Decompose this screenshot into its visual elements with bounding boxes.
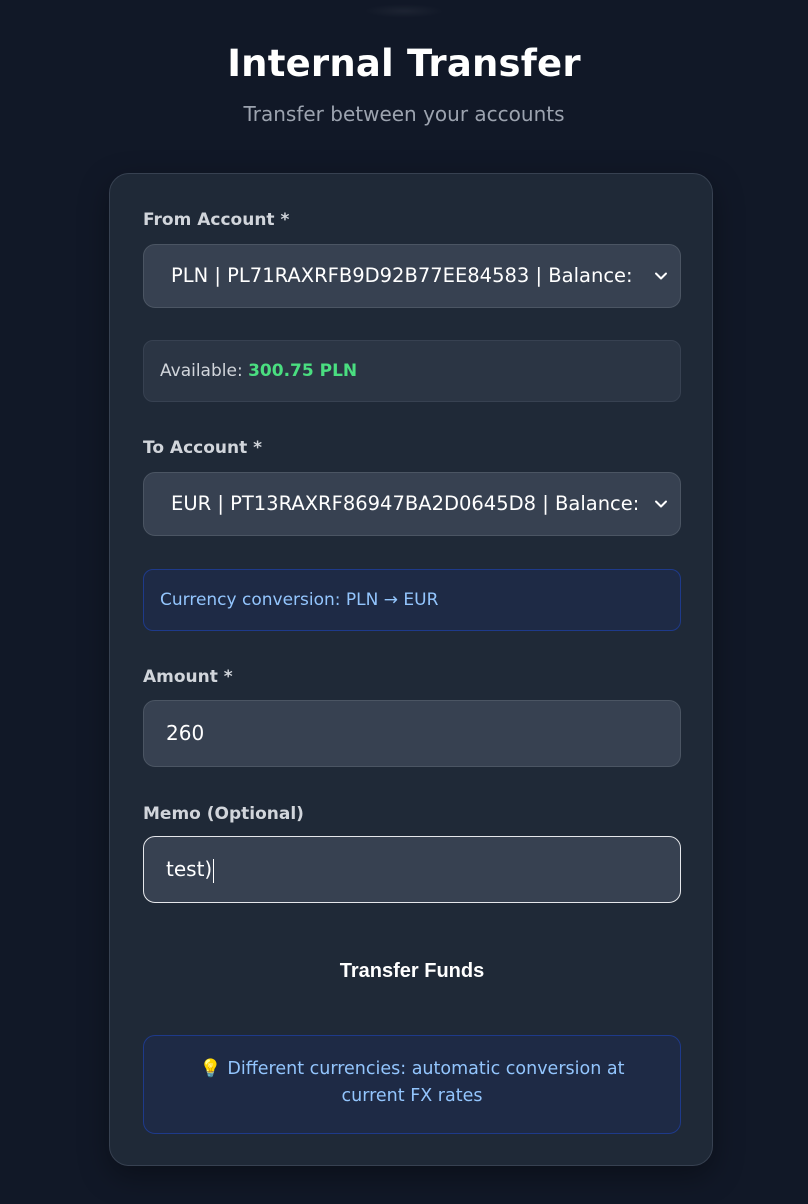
to-account-label: To Account * (143, 438, 263, 458)
to-account-select[interactable]: EUR | PT13RAXRF86947BA2D0645D8 | Balance… (143, 472, 681, 536)
amount-input[interactable]: 260 (143, 700, 681, 767)
text-caret (213, 858, 215, 883)
chevron-down-icon (655, 272, 667, 280)
to-account-value: EUR | PT13RAXRF86947BA2D0645D8 | Balance… (171, 492, 637, 515)
memo-value: test) (166, 857, 213, 881)
page-title: Internal Transfer (227, 42, 581, 85)
fx-tip-text: Different currencies: automatic conversi… (227, 1059, 625, 1106)
transfer-form-card: From Account * PLN | PL71RAXRFB9D92B77EE… (109, 173, 713, 1166)
available-label: Available: (160, 361, 243, 381)
available-amount: 300.75 PLN (248, 361, 358, 381)
chevron-down-icon (655, 500, 667, 508)
memo-input[interactable]: test) (143, 836, 681, 903)
amount-label: Amount * (143, 667, 233, 687)
currency-conversion-notice: Currency conversion: PLN → EUR (143, 569, 681, 631)
page-subtitle: Transfer between your accounts (243, 102, 565, 126)
from-account-label: From Account * (143, 210, 290, 230)
memo-label: Memo (Optional) (143, 804, 304, 824)
top-decoration (364, 4, 444, 18)
from-account-select[interactable]: PLN | PL71RAXRFB9D92B77EE84583 | Balance… (143, 244, 681, 308)
from-account-value: PLN | PL71RAXRFB9D92B77EE84583 | Balance… (171, 264, 637, 287)
amount-value: 260 (166, 721, 205, 745)
fx-tip-box: 💡 Different currencies: automatic convers… (143, 1035, 681, 1134)
lightbulb-icon: 💡 (199, 1059, 222, 1079)
available-balance-box: Available: 300.75 PLN (143, 340, 681, 402)
transfer-funds-button[interactable]: Transfer Funds (143, 934, 681, 1008)
